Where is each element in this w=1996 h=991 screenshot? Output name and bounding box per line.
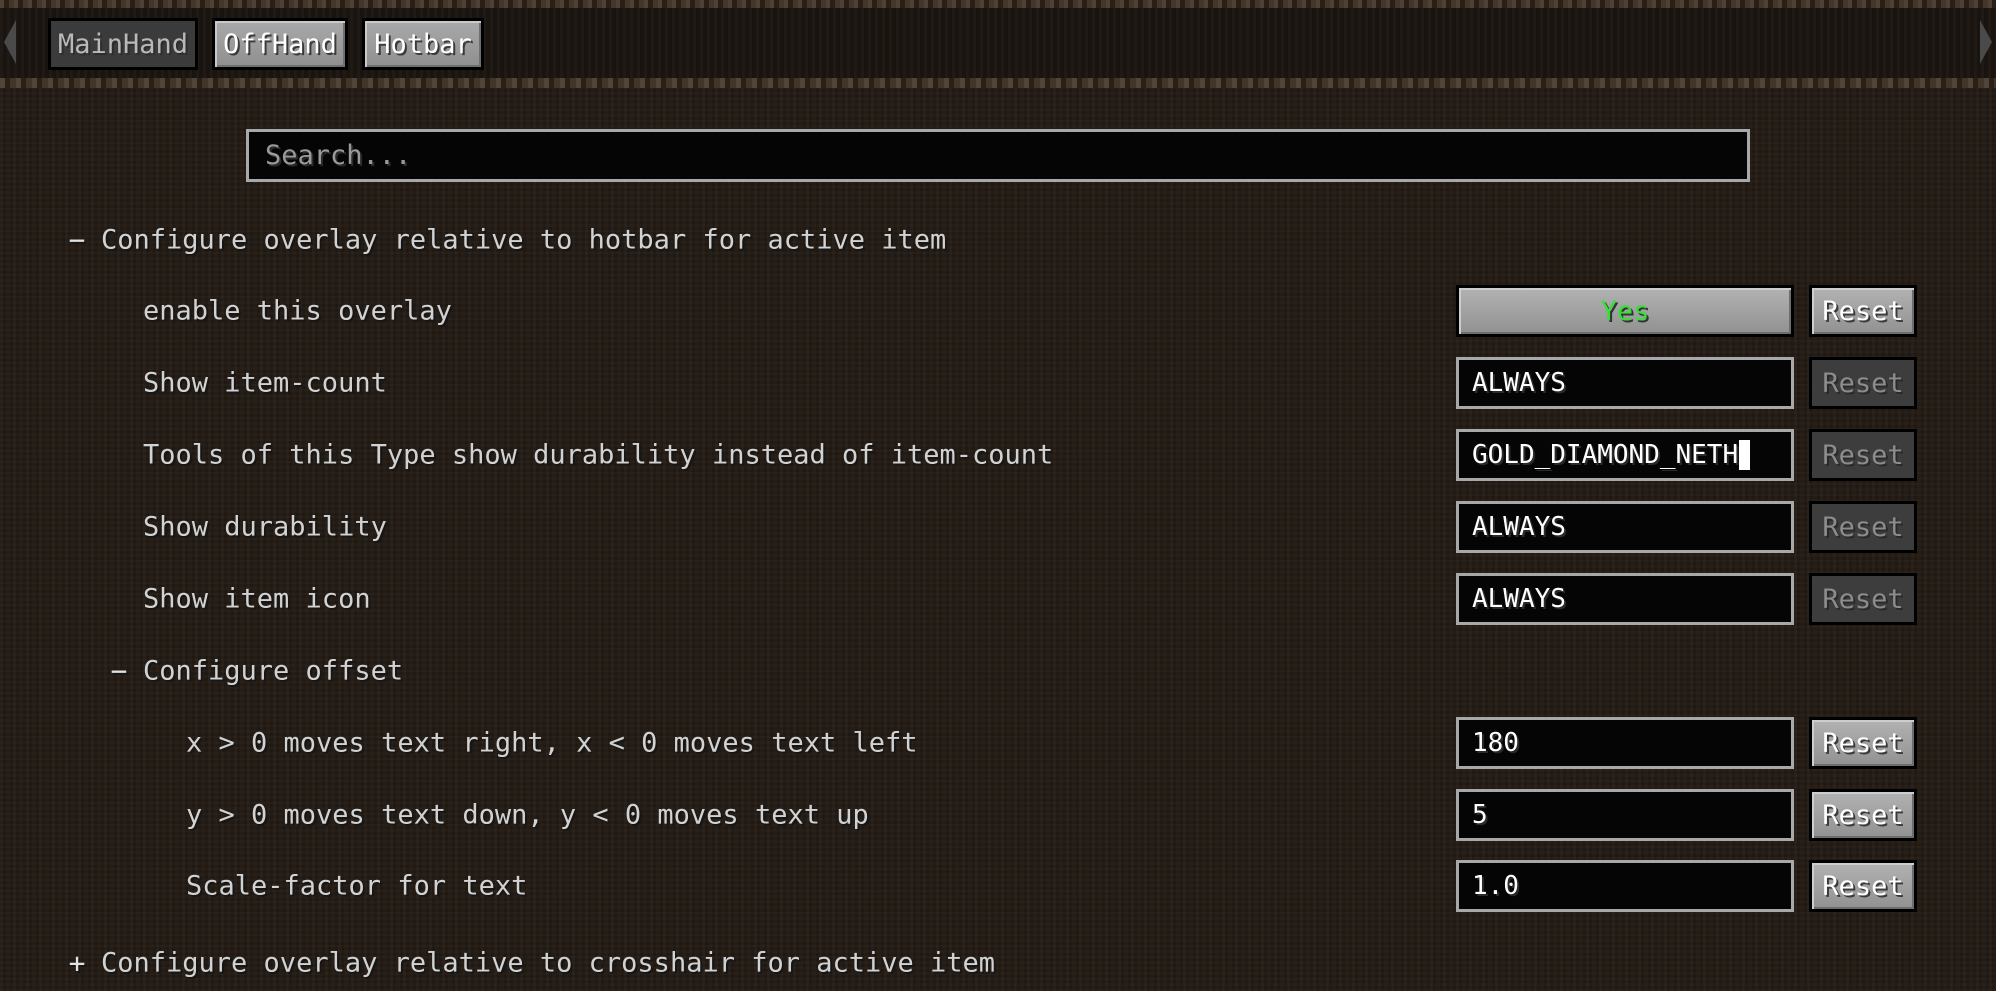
- expand-icon[interactable]: +: [66, 947, 88, 980]
- tab-header-bar: MainHand OffHand Hotbar: [0, 0, 1996, 88]
- collapse-icon[interactable]: −: [66, 224, 88, 257]
- config-category-row[interactable]: − Configure overlay relative to hotbar fo…: [0, 212, 1996, 268]
- setting-toggle-button[interactable]: Yes: [1456, 285, 1794, 337]
- reset-button: Reset: [1809, 501, 1917, 553]
- category-label: Configure offset: [143, 655, 404, 687]
- category-label: Configure overlay relative to crosshair …: [101, 947, 996, 979]
- reset-button[interactable]: Reset: [1809, 285, 1917, 337]
- setting-label: Scale-factor for text: [186, 870, 528, 902]
- reset-button[interactable]: Reset: [1809, 789, 1917, 841]
- header-top-divider: [0, 0, 1996, 8]
- setting-value-input[interactable]: ALWAYS: [1456, 573, 1794, 625]
- config-setting-row: Show item-count ALWAYS Reset: [0, 355, 1996, 411]
- setting-value-text: GOLD_DIAMOND_NETH: [1472, 440, 1739, 470]
- reset-button: Reset: [1809, 357, 1917, 409]
- setting-label: enable this overlay: [143, 295, 452, 327]
- setting-value-text: ALWAYS: [1472, 512, 1566, 542]
- setting-label: Show durability: [143, 511, 387, 543]
- setting-label: Show item icon: [143, 583, 371, 615]
- search-placeholder-text: Search...: [265, 140, 412, 171]
- collapse-icon[interactable]: −: [108, 655, 130, 688]
- minecraft-config-screen: MainHand OffHand Hotbar Search... − Configu…: [0, 0, 1996, 991]
- tab-mainhand[interactable]: MainHand: [48, 18, 198, 70]
- reset-button: Reset: [1809, 573, 1917, 625]
- config-setting-row: Show durability ALWAYS Reset: [0, 499, 1996, 555]
- reset-button[interactable]: Reset: [1809, 717, 1917, 769]
- setting-value-text: ALWAYS: [1472, 584, 1566, 614]
- setting-value-text: 1.0: [1472, 871, 1519, 901]
- config-setting-row: Show item icon ALWAYS Reset: [0, 571, 1996, 627]
- reset-button[interactable]: Reset: [1809, 860, 1917, 912]
- config-setting-row: Scale-factor for text 1.0 Reset: [0, 858, 1996, 914]
- setting-value-input[interactable]: 1.0: [1456, 860, 1794, 912]
- reset-button: Reset: [1809, 429, 1917, 481]
- config-setting-row: x > 0 moves text right, x < 0 moves text…: [0, 715, 1996, 771]
- header-bottom-divider: [0, 78, 1996, 88]
- setting-label: Show item-count: [143, 367, 387, 399]
- search-input[interactable]: Search...: [246, 129, 1750, 182]
- setting-value-text: 180: [1472, 728, 1519, 758]
- arrow-right-icon[interactable]: [1974, 16, 1996, 68]
- setting-value-input[interactable]: 180: [1456, 717, 1794, 769]
- setting-value-input[interactable]: 5: [1456, 789, 1794, 841]
- category-label: Configure overlay relative to hotbar for…: [101, 224, 947, 256]
- arrow-left-icon[interactable]: [0, 16, 22, 68]
- config-category-row[interactable]: + Configure overlay relative to crosshair…: [0, 935, 1996, 991]
- config-setting-row: y > 0 moves text down, y < 0 moves text …: [0, 787, 1996, 843]
- config-setting-row: Tools of this Type show durability inste…: [0, 427, 1996, 483]
- setting-value-text: 5: [1472, 800, 1488, 830]
- setting-value-input[interactable]: GOLD_DIAMOND_NETH: [1456, 429, 1794, 481]
- text-cursor: [1739, 440, 1751, 470]
- setting-value-input[interactable]: ALWAYS: [1456, 357, 1794, 409]
- tab-label: MainHand: [57, 28, 189, 60]
- setting-value-text: ALWAYS: [1472, 368, 1566, 398]
- toggle-value: Yes: [1600, 295, 1650, 327]
- setting-label: x > 0 moves text right, x < 0 moves text…: [186, 727, 918, 759]
- tab-hotbar[interactable]: Hotbar: [362, 18, 484, 70]
- setting-label: Tools of this Type show durability inste…: [143, 439, 1054, 471]
- config-category-row[interactable]: − Configure offset: [0, 643, 1996, 699]
- setting-label: y > 0 moves text down, y < 0 moves text …: [186, 799, 869, 831]
- setting-value-input[interactable]: ALWAYS: [1456, 501, 1794, 553]
- tab-label: Hotbar: [374, 28, 472, 60]
- tab-label: OffHand: [223, 28, 337, 60]
- config-setting-row: enable this overlay Yes Reset: [0, 283, 1996, 339]
- tab-offhand[interactable]: OffHand: [212, 18, 348, 70]
